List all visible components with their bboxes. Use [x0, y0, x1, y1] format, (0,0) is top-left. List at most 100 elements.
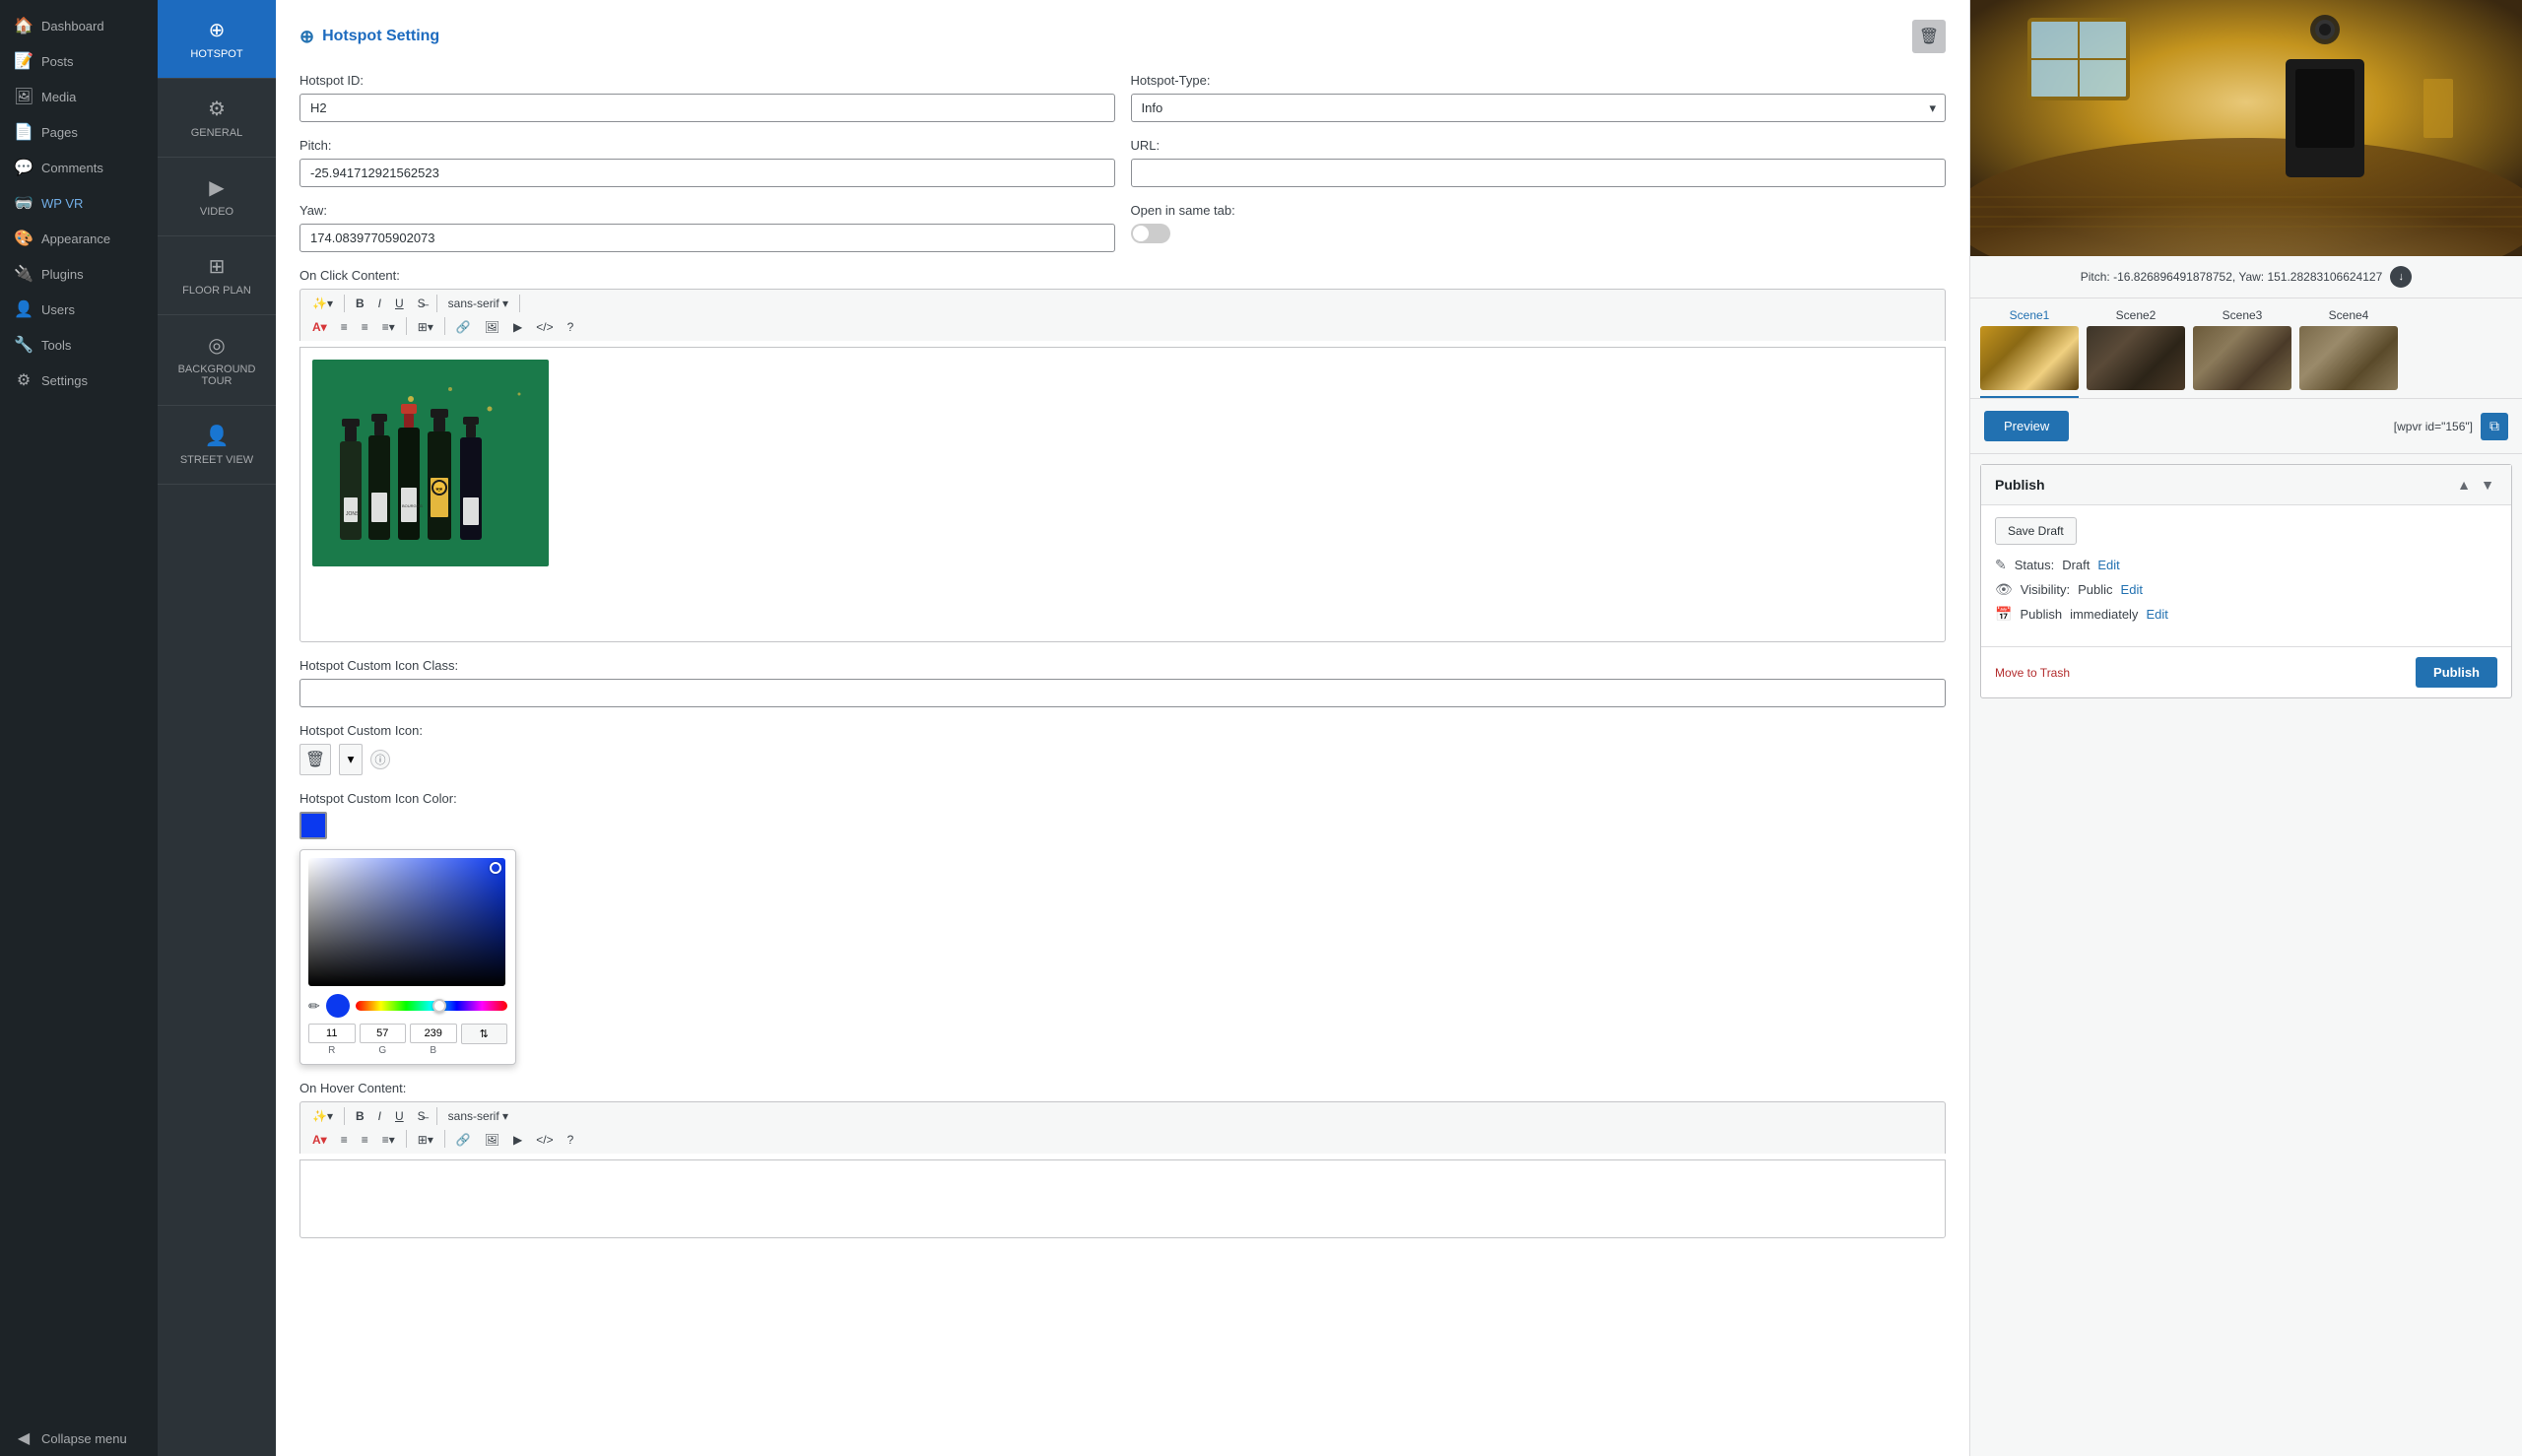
- toolbar-h-help-btn[interactable]: ?: [562, 1130, 580, 1150]
- sidebar-item-settings[interactable]: ⚙ Settings: [0, 363, 158, 398]
- sidebar-item-comments[interactable]: 💬 Comments: [0, 150, 158, 185]
- toolbar-strike-btn[interactable]: S̶: [412, 294, 431, 313]
- toolbar-image-btn[interactable]: 🖼: [479, 317, 505, 337]
- timing-edit-link[interactable]: Edit: [2146, 607, 2167, 622]
- sidebar-item-dashboard[interactable]: 🏠 Dashboard: [0, 8, 158, 43]
- editor-body-onclick[interactable]: JONS BOURGOG: [299, 347, 1946, 642]
- collapse-up-button[interactable]: ▲: [2454, 475, 2474, 495]
- r-input[interactable]: [308, 1024, 356, 1043]
- icon-dropdown-button[interactable]: ▾: [339, 744, 363, 775]
- toolbar-bold-btn[interactable]: B: [350, 294, 370, 313]
- arrow-down-button[interactable]: ↓: [2390, 266, 2412, 288]
- panel-item-streetview[interactable]: 👤 STREET VIEW: [158, 406, 276, 485]
- url-input[interactable]: [1131, 159, 1947, 187]
- g-input[interactable]: [360, 1024, 407, 1043]
- open-tab-toggle[interactable]: [1131, 224, 1170, 243]
- panel-item-bgtour[interactable]: ◎ BACKGROUND TOUR: [158, 315, 276, 406]
- panel-item-video[interactable]: ▶ VIDEO: [158, 158, 276, 236]
- panel-item-floorplan[interactable]: ⊞ FLOOR PLAN: [158, 236, 276, 315]
- yaw-input[interactable]: [299, 224, 1115, 252]
- editor-body-hover[interactable]: [299, 1159, 1946, 1238]
- sidebar-item-appearance[interactable]: 🎨 Appearance: [0, 221, 158, 256]
- toolbar-h-ol-btn[interactable]: ≡: [356, 1130, 374, 1150]
- toolbar-align-btn[interactable]: ≡▾: [376, 317, 401, 337]
- toolbar-textcolor-btn[interactable]: A▾: [306, 317, 333, 337]
- toolbar-h-link-btn[interactable]: 🔗: [450, 1130, 477, 1150]
- toolbar-link-btn[interactable]: 🔗: [450, 317, 477, 337]
- custom-icon-class-input[interactable]: [299, 679, 1946, 707]
- publish-timing-label: Publish: [2020, 607, 2062, 622]
- toolbar-italic-btn[interactable]: I: [372, 294, 387, 313]
- collapse-down-button[interactable]: ▼: [2478, 475, 2497, 495]
- toolbar-h-table-btn[interactable]: ⊞▾: [412, 1130, 439, 1150]
- main-content: ⊕ Hotspot Setting 🗑 Hotspot ID: Hotspot-…: [276, 0, 2522, 1456]
- eyedropper-button[interactable]: ✏: [308, 998, 320, 1015]
- panel-item-hotspot[interactable]: ⊕ HOTSPOT: [158, 0, 276, 79]
- sidebar-item-plugins[interactable]: 🔌 Plugins: [0, 256, 158, 292]
- scene-tab-3[interactable]: Scene3: [2193, 308, 2291, 398]
- hotspot-type-select[interactable]: Info URL Scene Video: [1131, 94, 1947, 122]
- sidebar-item-media[interactable]: 🖼 Media: [0, 79, 158, 114]
- save-draft-button[interactable]: Save Draft: [1995, 517, 2077, 545]
- delete-hotspot-button[interactable]: 🗑: [1912, 20, 1946, 53]
- toolbar-h-magic-btn[interactable]: ✨▾: [306, 1106, 339, 1126]
- status-edit-link[interactable]: Edit: [2097, 558, 2119, 572]
- scene-tab-4[interactable]: Scene4: [2299, 308, 2398, 398]
- toolbar-h-image-btn[interactable]: 🖼: [479, 1130, 505, 1150]
- toolbar-media-btn[interactable]: ▶: [507, 317, 528, 337]
- color-cursor[interactable]: [490, 862, 501, 874]
- toolbar-font-btn[interactable]: sans-serif ▾: [442, 294, 514, 313]
- scene-tab-2[interactable]: Scene2: [2087, 308, 2185, 398]
- hotspot-title: ⊕ Hotspot Setting: [299, 27, 439, 47]
- on-click-content-label: On Click Content:: [299, 268, 1946, 283]
- hue-thumb[interactable]: [432, 999, 446, 1013]
- toolbar-h-strike-btn[interactable]: S̶: [412, 1106, 431, 1126]
- copy-shortcode-button[interactable]: ⧉: [2481, 413, 2508, 440]
- toolbar-h-bold-btn[interactable]: B: [350, 1106, 370, 1126]
- status-value: Draft: [2062, 558, 2090, 572]
- move-to-trash-link[interactable]: Move to Trash: [1995, 666, 2070, 680]
- toolbar-h-textcolor-btn[interactable]: A▾: [306, 1130, 333, 1150]
- sidebar-item-users[interactable]: 👤 Users: [0, 292, 158, 327]
- collapse-buttons: ▲ ▼: [2454, 475, 2497, 495]
- rgb-mode-button[interactable]: ⇅: [461, 1024, 508, 1044]
- toolbar-help-btn[interactable]: ?: [562, 317, 580, 337]
- sidebar-item-wpvr[interactable]: 🥽 WP VR: [0, 185, 158, 221]
- panel-item-general[interactable]: ⚙ GENERAL: [158, 79, 276, 158]
- visibility-edit-link[interactable]: Edit: [2121, 582, 2143, 597]
- toolbar-h-code-btn[interactable]: </>: [530, 1130, 559, 1150]
- toolbar-h-underline-btn[interactable]: U: [389, 1106, 410, 1126]
- media-icon: 🖼: [14, 87, 33, 106]
- toolbar-table-btn[interactable]: ⊞▾: [412, 317, 439, 337]
- pitch-group: Pitch:: [299, 138, 1115, 187]
- sidebar-item-tools[interactable]: 🔧 Tools: [0, 327, 158, 363]
- toolbar-sep-1: [344, 295, 345, 312]
- sidebar-item-pages[interactable]: 📄 Pages: [0, 114, 158, 150]
- toolbar-h-ul-btn[interactable]: ≡: [335, 1130, 354, 1150]
- toolbar-ol-btn[interactable]: ≡: [356, 317, 374, 337]
- toolbar-magic-btn[interactable]: ✨▾: [306, 294, 339, 313]
- toolbar-ul-btn[interactable]: ≡: [335, 317, 354, 337]
- toolbar-h-font-btn[interactable]: sans-serif ▾: [442, 1106, 514, 1126]
- pitch-input[interactable]: [299, 159, 1115, 187]
- hue-slider[interactable]: [356, 1001, 507, 1011]
- publish-button[interactable]: Publish: [2416, 657, 2497, 688]
- color-gradient[interactable]: [308, 858, 505, 986]
- pitch-label: Pitch:: [299, 138, 1115, 153]
- preview-button[interactable]: Preview: [1984, 411, 2069, 441]
- b-input[interactable]: [410, 1024, 457, 1043]
- scene1-label: Scene1: [2010, 308, 2050, 322]
- icon-info-button[interactable]: ⓘ: [370, 750, 390, 769]
- hotspot-id-input[interactable]: [299, 94, 1115, 122]
- sidebar-item-collapse[interactable]: ◀ Collapse menu: [0, 1421, 158, 1456]
- toolbar-code-btn[interactable]: </>: [530, 317, 559, 337]
- hotspot-type-select-wrapper: Info URL Scene Video: [1131, 94, 1947, 122]
- toolbar-h-italic-btn[interactable]: I: [372, 1106, 387, 1126]
- scene-tab-1[interactable]: Scene1: [1980, 308, 2079, 398]
- toolbar-h-media-btn[interactable]: ▶: [507, 1130, 528, 1150]
- icon-picker-button[interactable]: 🗑: [299, 744, 331, 775]
- color-swatch[interactable]: [299, 812, 327, 839]
- sidebar-item-posts[interactable]: 📝 Posts: [0, 43, 158, 79]
- toolbar-underline-btn[interactable]: U: [389, 294, 410, 313]
- toolbar-h-align-btn[interactable]: ≡▾: [376, 1130, 401, 1150]
